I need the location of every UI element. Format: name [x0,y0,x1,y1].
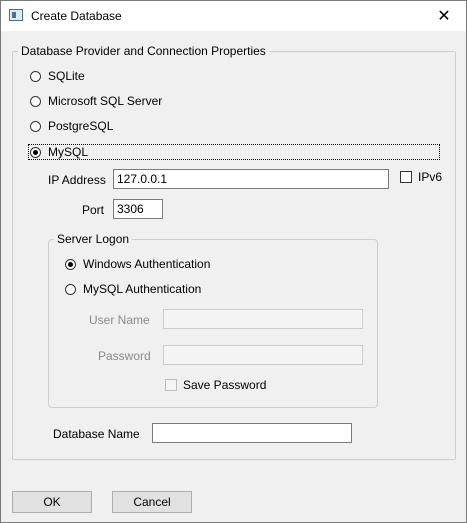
radio-mysql-label: MySQL [48,145,89,159]
ipv6-checkbox-row[interactable]: IPv6 [400,170,442,184]
password-input[interactable] [163,345,363,365]
radio-button-selected[interactable] [30,146,41,158]
radio-sqlite-label: SQLite [48,69,85,83]
ip-address-label: IP Address [48,173,106,187]
port-label: Port [82,203,105,217]
database-name-input[interactable] [152,423,352,443]
radio-windows-auth[interactable]: Windows Authentication [65,257,210,271]
password-label: Password [98,349,151,363]
radio-sqlite[interactable]: SQLite [30,69,85,83]
title-bar: Create Database ✕ [1,1,466,31]
ip-address-input[interactable]: 127.0.0.1 [113,169,389,189]
username-input[interactable] [163,309,363,329]
radio-button-selected[interactable] [65,258,76,270]
port-input[interactable]: 3306 [113,199,163,219]
radio-button[interactable] [30,70,41,82]
close-icon[interactable]: ✕ [422,1,466,31]
radio-button[interactable] [30,95,41,107]
ok-button[interactable]: OK [12,491,92,513]
database-window-icon [9,9,23,21]
provider-group-legend: Database Provider and Connection Propert… [18,44,269,58]
window-title: Create Database [31,9,122,23]
radio-postgresql-label: PostgreSQL [48,119,114,133]
radio-postgresql[interactable]: PostgreSQL [30,119,113,133]
radio-button[interactable] [30,120,41,132]
save-password-checkbox[interactable] [165,379,177,391]
radio-windows-auth-label: Windows Authentication [83,257,211,271]
save-password-label: Save Password [183,378,267,392]
save-password-row[interactable]: Save Password [165,378,266,392]
radio-button[interactable] [65,283,76,295]
radio-mysql-auth[interactable]: MySQL Authentication [65,282,201,296]
ipv6-label: IPv6 [418,170,443,184]
cancel-button[interactable]: Cancel [112,491,192,513]
database-name-label: Database Name [53,427,140,441]
ipv6-checkbox[interactable] [400,171,412,183]
radio-mysql[interactable]: MySQL [30,145,88,159]
server-logon-legend: Server Logon [54,232,133,246]
radio-mysql-auth-label: MySQL Authentication [83,282,202,296]
mysql-focus-rectangle [28,144,440,160]
radio-sql-server-label: Microsoft SQL Server [48,94,163,108]
username-label: User Name [89,313,150,327]
create-database-dialog: Create Database ✕ Database Provider and … [0,0,467,523]
radio-sql-server[interactable]: Microsoft SQL Server [30,94,162,108]
